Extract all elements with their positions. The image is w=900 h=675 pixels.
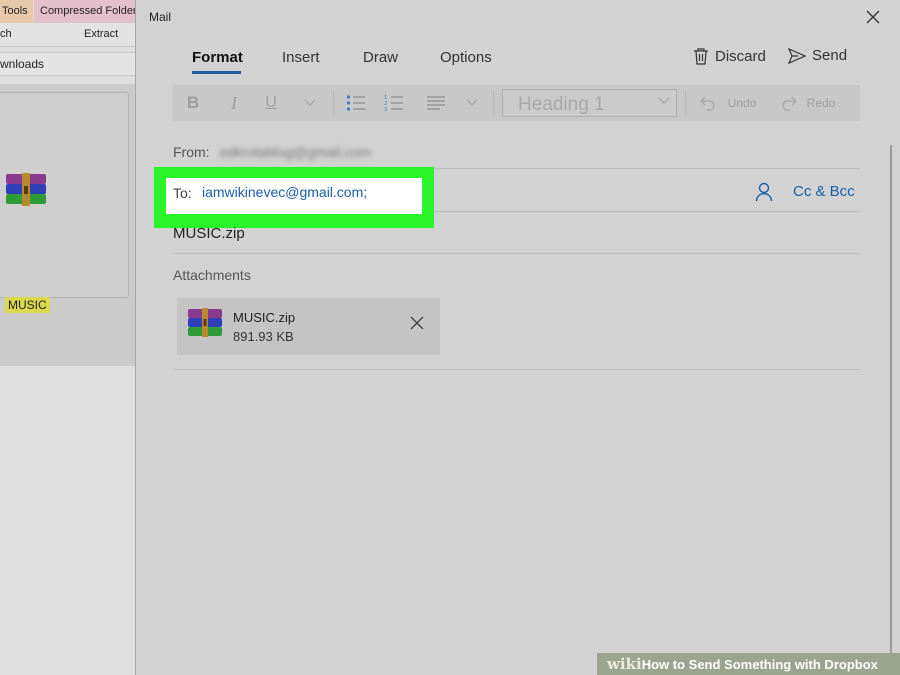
watermark-wiki: wiki <box>607 655 642 673</box>
bullet-list-icon <box>346 95 365 111</box>
ribbon-search-button[interactable]: ch <box>0 28 12 40</box>
winrar-archive-icon <box>188 308 222 337</box>
tab-insert[interactable]: Insert <box>282 49 320 66</box>
address-bar[interactable]: wnloads <box>0 52 140 76</box>
discard-button[interactable]: Discard <box>693 47 766 65</box>
folder-view: MUSIC <box>0 84 140 366</box>
from-label: From: <box>173 144 210 160</box>
undo-button[interactable]: Undo <box>693 85 763 121</box>
ribbon-actions: ch Extract <box>0 23 140 47</box>
numbered-list-icon: 1 2 3 <box>384 95 403 112</box>
svg-text:3: 3 <box>384 107 387 112</box>
close-icon[interactable] <box>409 315 425 331</box>
underline-button[interactable]: U <box>261 85 281 121</box>
tab-format[interactable]: Format <box>192 49 243 66</box>
send-label: Send <box>812 47 848 64</box>
send-button[interactable]: Send <box>788 47 847 64</box>
from-field: From: edkrotablog@gmail.com <box>173 144 371 160</box>
active-tab-indicator <box>192 71 241 74</box>
person-icon[interactable] <box>755 182 773 202</box>
numbered-list-button[interactable]: 1 2 3 <box>383 85 405 121</box>
trash-icon <box>694 48 708 65</box>
subject-field[interactable]: MUSIC.zip <box>173 225 245 242</box>
chevron-down-icon <box>466 99 478 106</box>
file-name-label[interactable]: MUSIC <box>5 297 50 313</box>
tab-draw[interactable]: Draw <box>363 49 398 66</box>
italic-button[interactable]: I <box>224 85 244 121</box>
align-left-icon <box>427 96 445 110</box>
align-button[interactable] <box>425 85 447 121</box>
field-divider <box>173 253 860 254</box>
scrollbar[interactable] <box>890 145 892 675</box>
style-dropdown[interactable]: Heading 1 <box>502 89 677 117</box>
paragraph-options-chevron[interactable] <box>465 85 479 121</box>
watermark-title: to Send Something with Dropbox <box>669 657 878 672</box>
file-explorer-window: Tools Compressed Folder ch Extract wnloa… <box>0 0 140 675</box>
from-value: edkrotablog@gmail.com <box>219 144 371 160</box>
attachment-item[interactable]: MUSIC.zip 891.93 KB <box>177 298 440 355</box>
close-button[interactable] <box>862 6 884 28</box>
wikihow-watermark: wikiHow to Send Something with Dropbox <box>597 653 900 675</box>
to-field[interactable]: To: iamwikinevec@gmail.com; <box>166 178 422 214</box>
mail-window: Mail Format Insert Draw Options Discard … <box>135 0 900 675</box>
style-dropdown-value: Heading 1 <box>518 94 605 115</box>
cc-bcc-button[interactable]: Cc & Bcc <box>793 183 855 200</box>
redo-button[interactable]: Redo <box>772 85 842 121</box>
undo-icon <box>699 96 715 111</box>
ribbon-extract-button[interactable]: Extract <box>84 28 118 40</box>
tab-options[interactable]: Options <box>440 49 492 66</box>
format-toolbar: B I U 1 2 3 Heading 1 Undo Redo <box>173 85 860 121</box>
attachment-name: MUSIC.zip <box>233 310 296 325</box>
field-divider <box>173 369 860 370</box>
ribbon-tab-tools[interactable]: Tools <box>0 0 33 23</box>
field-divider <box>434 211 860 212</box>
chevron-down-icon <box>304 99 316 106</box>
redo-label: Redo <box>806 96 836 110</box>
to-label: To: <box>173 185 192 201</box>
window-title: Mail <box>149 10 172 24</box>
to-recipient[interactable]: iamwikinevec@gmail.com; <box>202 184 367 200</box>
attachment-size: 891.93 KB <box>233 329 294 344</box>
bold-button[interactable]: B <box>183 85 203 121</box>
toolbar-divider <box>685 90 686 116</box>
toolbar-divider <box>333 90 334 116</box>
font-options-chevron[interactable] <box>303 85 317 121</box>
ribbon-tab-compressed-folder[interactable]: Compressed Folder <box>34 0 140 23</box>
toolbar-divider <box>493 90 494 116</box>
close-icon <box>866 10 880 24</box>
discard-label: Discard <box>715 47 766 65</box>
send-icon <box>788 47 806 64</box>
bullet-list-button[interactable] <box>345 85 367 121</box>
redo-icon <box>782 96 797 111</box>
chevron-down-icon <box>658 97 670 104</box>
winrar-archive-icon[interactable] <box>4 172 48 208</box>
attachments-heading: Attachments <box>173 267 251 283</box>
undo-label: Undo <box>727 96 757 110</box>
watermark-how: How <box>641 657 670 672</box>
